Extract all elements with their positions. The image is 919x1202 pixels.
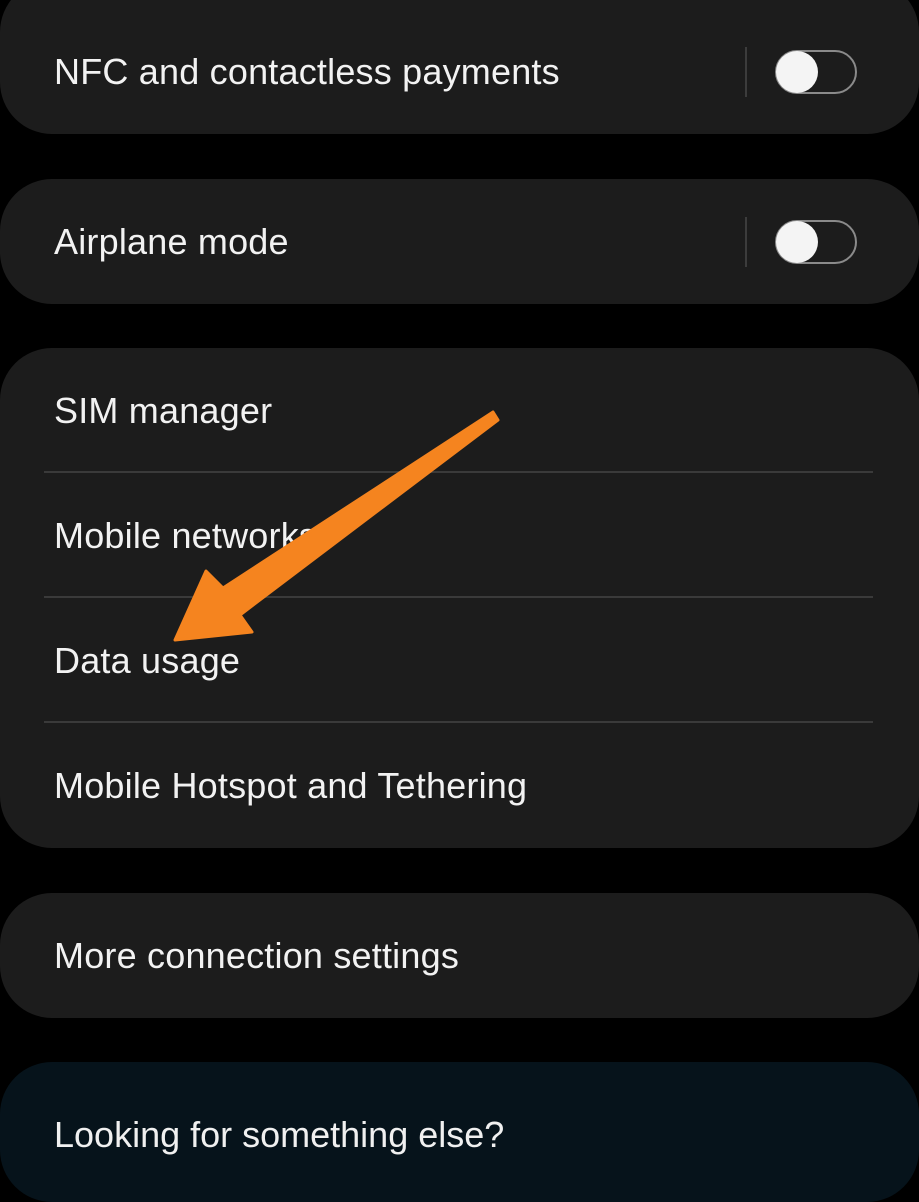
sim-manager-label: SIM manager <box>54 389 273 431</box>
mobile-networks-row[interactable]: Mobile networks <box>0 473 919 598</box>
toggle-separator <box>745 216 747 267</box>
airplane-row[interactable]: Airplane mode <box>0 179 919 304</box>
toggle-knob <box>776 51 818 93</box>
nfc-toggle[interactable] <box>775 50 857 94</box>
sim-manager-row[interactable]: SIM manager <box>0 348 919 473</box>
nfc-card: NFC and contactless payments <box>0 0 919 134</box>
help-card: Looking for something else? <box>0 1062 919 1202</box>
toggle-knob <box>776 220 818 263</box>
data-usage-row[interactable]: Data usage <box>0 598 919 723</box>
hotspot-row[interactable]: Mobile Hotspot and Tethering <box>0 723 919 848</box>
help-label[interactable]: Looking for something else? <box>54 1114 504 1156</box>
nfc-row[interactable]: NFC and contactless payments <box>0 0 919 134</box>
airplane-toggle[interactable] <box>775 219 857 264</box>
nfc-label: NFC and contactless payments <box>54 51 560 92</box>
airplane-card: Airplane mode <box>0 179 919 304</box>
airplane-label: Airplane mode <box>54 220 289 262</box>
more-settings-label: More connection settings <box>54 934 460 976</box>
more-settings-row[interactable]: More connection settings <box>0 893 919 1018</box>
hotspot-label: Mobile Hotspot and Tethering <box>54 764 528 806</box>
data-usage-label: Data usage <box>54 639 241 681</box>
network-group-card: SIM manager Mobile networks Data usage M… <box>0 348 919 848</box>
more-settings-card: More connection settings <box>0 893 919 1018</box>
toggle-separator <box>745 47 747 97</box>
mobile-networks-label: Mobile networks <box>54 514 318 556</box>
